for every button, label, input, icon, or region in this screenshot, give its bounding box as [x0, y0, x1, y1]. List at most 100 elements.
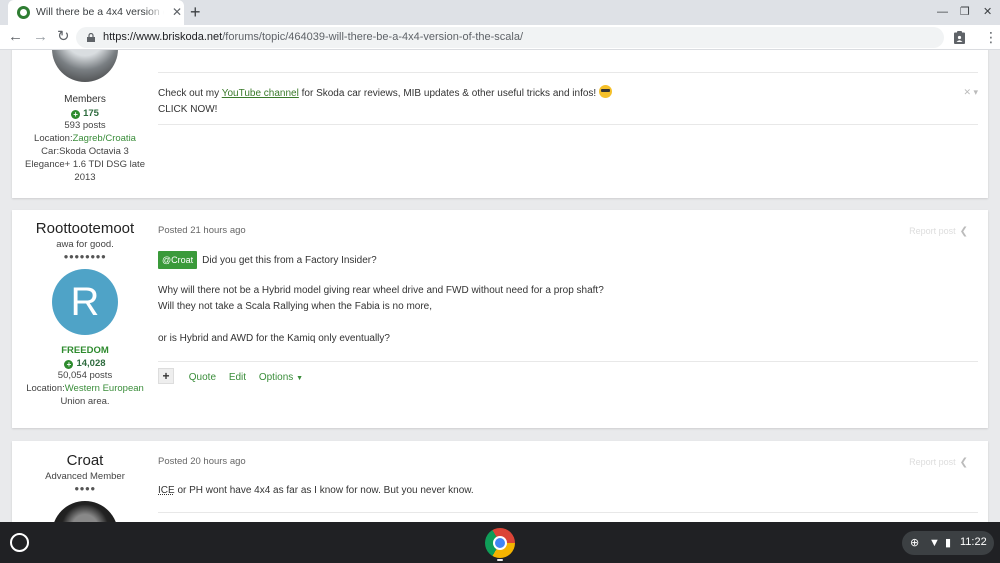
add-circle-icon: ⊕	[910, 537, 920, 549]
author-avatar[interactable]	[52, 501, 118, 522]
minimize-icon[interactable]: —	[937, 5, 948, 19]
report-post-link[interactable]: Report post	[909, 226, 956, 236]
post-body: @Croat Did you get this from a Factory In…	[158, 251, 377, 269]
lock-icon	[87, 33, 95, 42]
post-body: ICE or PH wont have 4x4 as far as I know…	[158, 483, 474, 499]
user-mention[interactable]: @Croat	[158, 251, 198, 269]
post-author-panel: Croat Advanced Member ●●●●	[12, 452, 158, 522]
signature-cta: CLICK NOW!	[158, 104, 218, 115]
site-favicon-icon	[17, 6, 30, 19]
post-text: Did you get this from a Factory Insider?	[202, 255, 377, 266]
plus-circle-icon: +	[71, 110, 81, 119]
author-location-cont: Union area.	[60, 396, 110, 407]
os-shelf: ⊕ ▼ ▮ 11:22	[0, 522, 1000, 563]
forward-arrow-icon[interactable]: →	[33, 28, 48, 46]
post-timestamp[interactable]: Posted 21 hours ago	[158, 225, 246, 236]
app-running-indicator	[497, 559, 503, 561]
options-label: Options	[258, 372, 294, 383]
location-label: Location:	[26, 383, 65, 394]
post-content: Check out my YouTube channel for Skoda c…	[158, 50, 978, 198]
report-post-link[interactable]: Report post	[909, 457, 956, 467]
report-post[interactable]: Report post ❮	[909, 457, 968, 468]
author-location: Location:Western European	[12, 382, 158, 395]
forum-page: Members +175 593 posts Location:Zagreb/C…	[0, 50, 1000, 522]
address-bar[interactable]: https://www.briskoda.net/forums/topic/46…	[76, 27, 944, 48]
url-text: https://www.briskoda.net/forums/topic/46…	[103, 31, 523, 43]
author-group: Members	[64, 94, 106, 105]
reload-icon[interactable]: ↻	[57, 28, 70, 46]
author-post-count: 593 posts	[64, 120, 106, 131]
author-title: Advanced Member	[45, 471, 125, 482]
options-button[interactable]: Options ▼	[259, 372, 303, 383]
author-group: FREEDOM	[61, 345, 109, 356]
close-window-icon[interactable]: ✕	[983, 5, 992, 19]
reputation-value: 175	[83, 108, 99, 119]
clipboard-icon[interactable]	[954, 31, 965, 44]
rank-pips: ●●●●●●●●	[63, 252, 107, 261]
clock: 11:22	[960, 536, 987, 548]
post-signature: Check out my YouTube channel for Skoda c…	[158, 85, 958, 118]
launcher-icon[interactable]	[10, 533, 29, 552]
author-reputation: +175	[12, 108, 158, 119]
post-actions: + Quote Edit Options ▼	[158, 368, 303, 387]
post-text: or is Hybrid and AWD for the Kamiq only …	[158, 333, 390, 344]
share-icon[interactable]: ❮	[960, 457, 968, 468]
signature-dismiss-icon[interactable]: ✕ ▾	[963, 87, 978, 98]
browser-toolbar: ← → ↻ https://www.briskoda.net/forums/to…	[0, 25, 1000, 50]
author-car-line: Elegance+ 1.6 TDI DSG late	[25, 159, 145, 170]
post-text: Will they not take a Scala Rallying when…	[158, 301, 433, 312]
location-value: Zagreb/Croatia	[72, 133, 136, 144]
post-author-panel: Roottootemoot awa for good. ●●●●●●●● R F…	[12, 220, 158, 408]
url-path: /forums/topic/464039-will-there-be-a-4x4…	[222, 31, 524, 43]
forum-post: Croat Advanced Member ●●●● Posted 20 hou…	[12, 441, 988, 522]
signature-bottom-divider	[158, 124, 978, 125]
edit-button[interactable]: Edit	[229, 372, 246, 383]
reputation-value: 14,028	[76, 358, 106, 369]
author-title: awa for good.	[56, 239, 114, 250]
more-menu-icon[interactable]: ⋮	[984, 29, 998, 45]
post-divider	[158, 512, 978, 513]
quote-button[interactable]: Quote	[189, 372, 216, 383]
post-body: Why will there not be a Hybrid model giv…	[158, 283, 604, 315]
author-avatar[interactable]	[52, 50, 118, 82]
abbreviation[interactable]: ICE	[158, 485, 175, 496]
location-value: Western European	[64, 383, 144, 394]
author-post-count: 50,054 posts	[57, 370, 113, 381]
forum-post: Members +175 593 posts Location:Zagreb/C…	[12, 50, 988, 198]
rank-pips: ●●●●	[74, 484, 96, 493]
author-car-line: 2013	[74, 172, 96, 183]
youtube-channel-link[interactable]: YouTube channel	[222, 88, 299, 99]
location-label: Location:	[34, 133, 73, 144]
tab-title: Will there be a 4x4 version of the	[36, 6, 164, 18]
battery-icon: ▮	[945, 537, 952, 549]
author-avatar[interactable]: R	[52, 269, 118, 335]
sunglasses-emoji-icon	[598, 85, 612, 98]
post-author-panel: Members +175 593 posts Location:Zagreb/C…	[12, 50, 158, 184]
back-arrow-icon[interactable]: ←	[8, 28, 23, 46]
tab-strip: Will there be a 4x4 version of the ✕ + —…	[0, 0, 1000, 25]
post-divider	[158, 361, 978, 362]
url-host: https://www.briskoda.net	[103, 31, 223, 43]
share-icon[interactable]: ❮	[960, 226, 968, 237]
signature-text: Check out my	[158, 88, 222, 99]
active-tab[interactable]: Will there be a 4x4 version of the ✕	[8, 0, 184, 25]
author-name[interactable]: Roottootemoot	[12, 220, 158, 237]
forum-post: Roottootemoot awa for good. ●●●●●●●● R F…	[12, 210, 988, 428]
status-tray[interactable]: ⊕ ▼ ▮ 11:22	[902, 531, 994, 555]
chrome-app-icon[interactable]	[485, 528, 515, 558]
close-tab-icon[interactable]: ✕	[172, 5, 182, 19]
signature-divider	[158, 72, 978, 73]
author-name[interactable]: Croat	[12, 452, 158, 469]
wifi-icon: ▼	[929, 537, 940, 549]
post-text: Why will there not be a Hybrid model giv…	[158, 285, 604, 296]
multiquote-button[interactable]: +	[158, 368, 174, 384]
post-content: Posted 21 hours ago Report post ❮ @Croat D…	[158, 210, 978, 428]
post-content: Posted 20 hours ago Report post ❮ ICE or …	[158, 441, 978, 522]
post-timestamp[interactable]: Posted 20 hours ago	[158, 456, 246, 467]
caret-down-icon: ▼	[296, 375, 304, 382]
post-text: or PH wont have 4x4 as far as I know for…	[174, 485, 474, 496]
restore-icon[interactable]: ❐	[960, 5, 970, 19]
plus-circle-icon: +	[64, 360, 74, 369]
new-tab-button[interactable]: +	[190, 2, 201, 22]
report-post[interactable]: Report post ❮	[909, 226, 968, 237]
